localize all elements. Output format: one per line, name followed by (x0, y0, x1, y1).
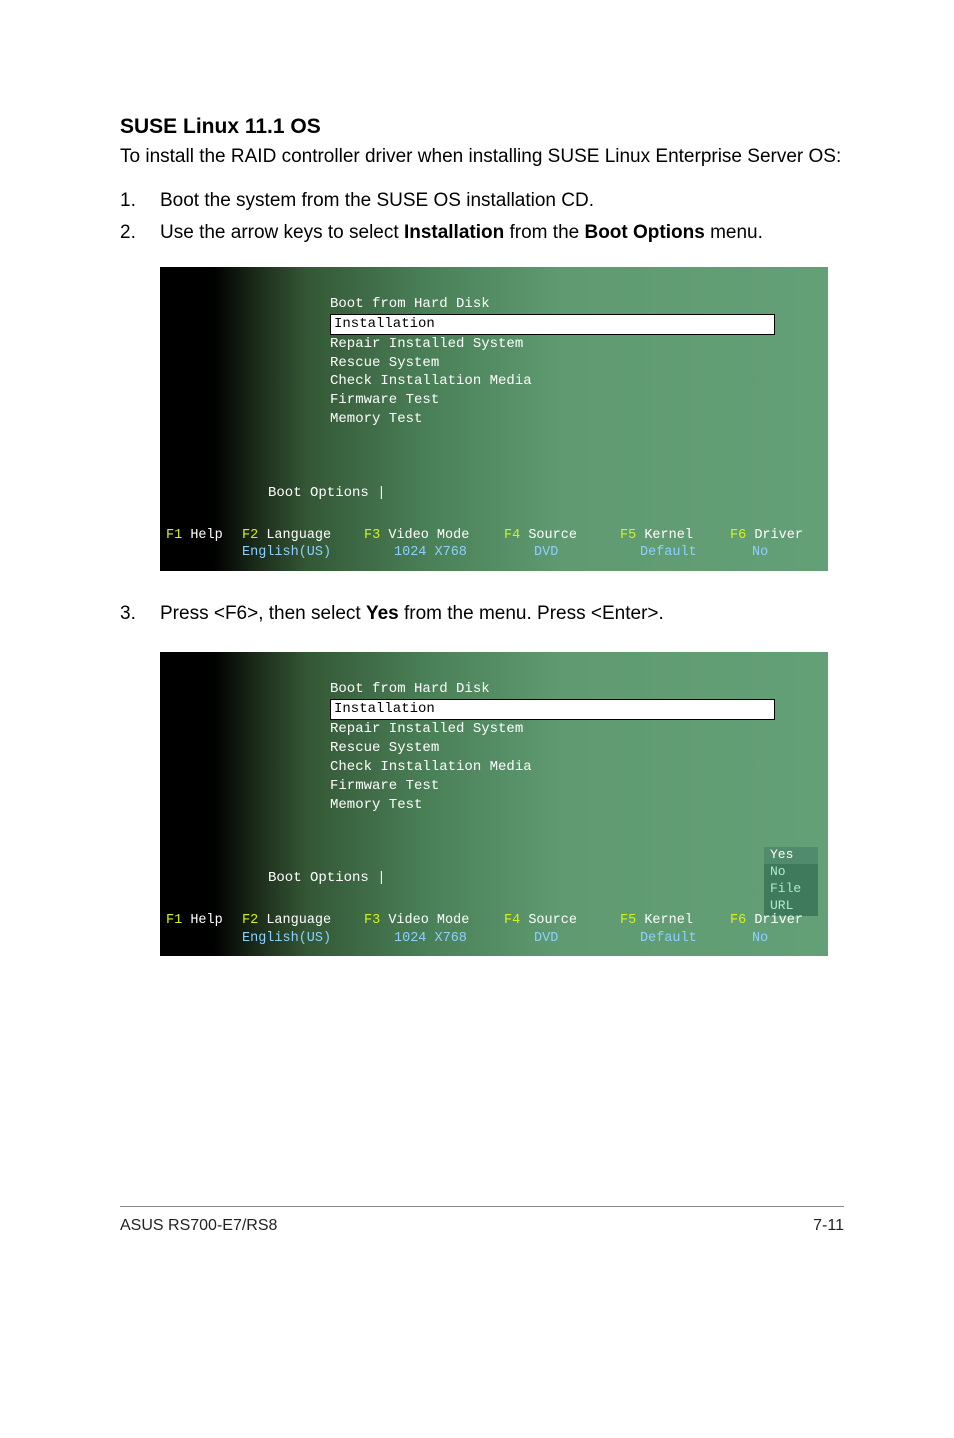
f2-language[interactable]: F2 LanguageEnglish(US) (242, 912, 364, 947)
step-number: 2. (120, 220, 160, 247)
boot-options-label: Boot Options | (268, 870, 386, 886)
step-text: Boot the system from the SUSE OS install… (160, 188, 594, 215)
f5-kernel[interactable]: F5 KernelDefault (620, 912, 730, 947)
steps-first-group: 1. Boot the system from the SUSE OS inst… (120, 188, 844, 247)
f2-language[interactable]: F2 LanguageEnglish(US) (242, 527, 364, 562)
menu-item[interactable]: Memory Test (330, 410, 775, 429)
menu-item[interactable]: Repair Installed System (330, 720, 775, 739)
f6-driver[interactable]: F6 DriverNo (730, 912, 810, 947)
menu-item[interactable]: Rescue System (330, 739, 775, 758)
f4-source[interactable]: F4 SourceDVD (504, 912, 620, 947)
f3-video-mode[interactable]: F3 Video Mode1024 X768 (364, 912, 504, 947)
f5-kernel[interactable]: F5 KernelDefault (620, 527, 730, 562)
f6-driver[interactable]: F6 DriverNo (730, 527, 810, 562)
boot-screen-1: Boot from Hard Disk Installation Repair … (160, 267, 828, 571)
step-text: Press <F6>, then select Yes from the men… (160, 601, 664, 628)
popup-item[interactable]: File (770, 881, 801, 896)
menu-item[interactable]: Check Installation Media (330, 372, 775, 391)
step-number: 1. (120, 188, 160, 215)
popup-item-selected[interactable]: Yes (764, 847, 818, 864)
menu-item[interactable]: Check Installation Media (330, 758, 775, 777)
page-footer: ASUS RS700-E7/RS8 7-11 (120, 1206, 844, 1235)
boot-screen-2: Boot from Hard Disk Installation Repair … (160, 652, 828, 956)
popup-item[interactable]: URL (770, 898, 793, 913)
menu-item[interactable]: Firmware Test (330, 391, 775, 410)
f1-help[interactable]: F1 Help (166, 912, 242, 947)
fkey-bar: F1 Help F2 LanguageEnglish(US) F3 Video … (166, 912, 822, 947)
menu-item-selected[interactable]: Installation (330, 699, 775, 720)
footer-right: 7-11 (813, 1217, 844, 1235)
steps-second-group: 3. Press <F6>, then select Yes from the … (120, 601, 844, 628)
bold: Installation (404, 222, 504, 243)
step-row: 1. Boot the system from the SUSE OS inst… (120, 188, 844, 215)
boot-menu: Boot from Hard Disk Installation Repair … (330, 295, 775, 429)
step-row: 2. Use the arrow keys to select Installa… (120, 220, 844, 247)
bold: Yes (366, 603, 399, 624)
menu-item[interactable]: Boot from Hard Disk (330, 295, 775, 314)
step-number: 3. (120, 601, 160, 628)
text: menu. (705, 222, 763, 243)
step-text: Use the arrow keys to select Installatio… (160, 220, 763, 247)
text: from the menu. Press <Enter>. (399, 603, 664, 624)
f1-help[interactable]: F1 Help (166, 527, 242, 562)
popup-item[interactable]: No (770, 864, 786, 879)
f4-source[interactable]: F4 SourceDVD (504, 527, 620, 562)
text: Press <F6>, then select (160, 603, 366, 624)
section-heading: SUSE Linux 11.1 OS (120, 115, 844, 139)
intro-text: To install the RAID controller driver wh… (120, 145, 844, 170)
fkey-bar: F1 Help F2 LanguageEnglish(US) F3 Video … (166, 527, 822, 562)
f3-video-mode[interactable]: F3 Video Mode1024 X768 (364, 527, 504, 562)
step-row: 3. Press <F6>, then select Yes from the … (120, 601, 844, 628)
menu-item[interactable]: Firmware Test (330, 777, 775, 796)
boot-menu: Boot from Hard Disk Installation Repair … (330, 680, 775, 814)
boot-options-label: Boot Options | (268, 485, 386, 501)
footer-left: ASUS RS700-E7/RS8 (120, 1217, 277, 1235)
f6-driver-popup: Yes No File URL (764, 847, 818, 917)
menu-item[interactable]: Repair Installed System (330, 335, 775, 354)
menu-item[interactable]: Boot from Hard Disk (330, 680, 775, 699)
menu-item[interactable]: Memory Test (330, 796, 775, 815)
bold: Boot Options (584, 222, 704, 243)
menu-item-selected[interactable]: Installation (330, 314, 775, 335)
text: from the (504, 222, 584, 243)
text: Use the arrow keys to select (160, 222, 404, 243)
menu-item[interactable]: Rescue System (330, 354, 775, 373)
